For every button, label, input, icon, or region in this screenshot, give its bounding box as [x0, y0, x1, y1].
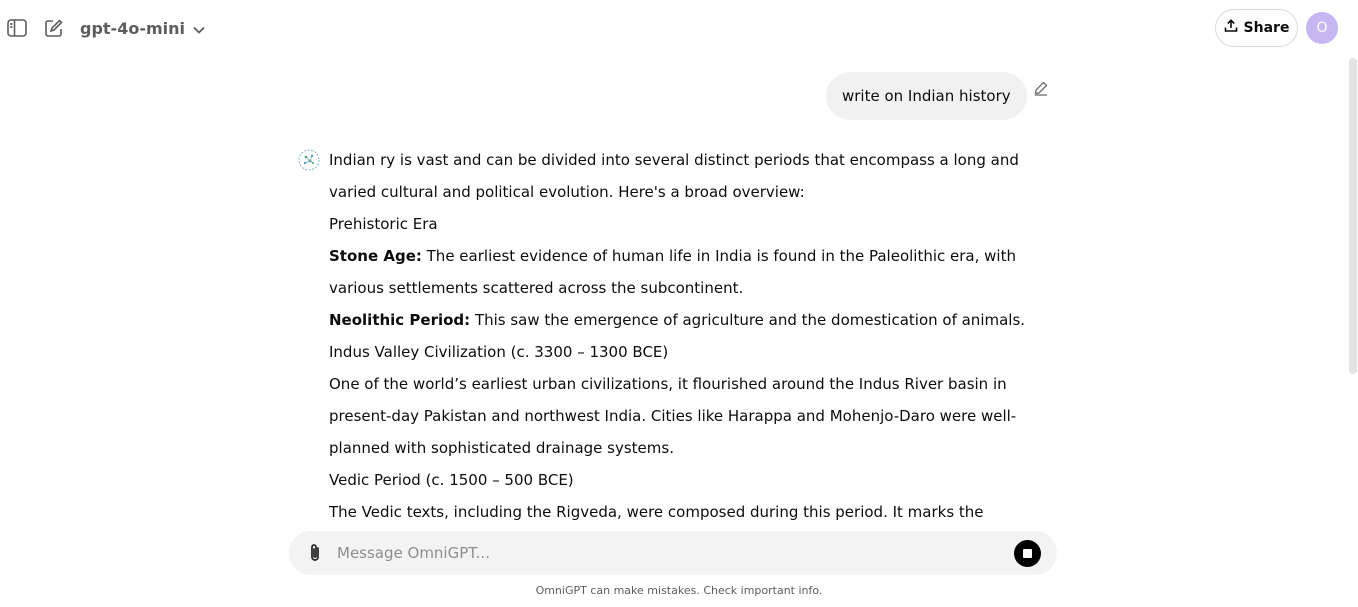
new-chat-icon[interactable]: [39, 13, 69, 43]
section-heading-prehistoric: Prehistoric Era: [329, 215, 438, 233]
user-message-bubble: write on Indian history: [826, 72, 1027, 120]
stone-age-paragraph: Stone Age: The earliest evidence of huma…: [329, 240, 1054, 304]
share-icon: [1224, 19, 1238, 37]
chevron-down-icon: [193, 19, 205, 38]
model-selector[interactable]: gpt-4o-mini: [80, 15, 205, 41]
neolithic-label: Neolithic Period:: [329, 311, 471, 329]
message-input[interactable]: [337, 541, 997, 565]
vedic-paragraph: The Vedic texts, including the Rigveda, …: [329, 503, 984, 521]
stop-generating-button[interactable]: [1014, 540, 1041, 567]
avatar[interactable]: O: [1306, 12, 1338, 44]
share-button[interactable]: Share: [1215, 9, 1298, 47]
scrollbar-thumb[interactable]: [1349, 58, 1357, 374]
neolithic-paragraph: Neolithic Period: This saw the emergence…: [329, 304, 1054, 336]
top-bar: gpt-4o-mini Share O: [0, 0, 1358, 56]
assistant-message: Indian ry is vast and can be divided int…: [329, 144, 1054, 532]
paperclip-icon[interactable]: [305, 542, 325, 564]
stone-age-label: Stone Age:: [329, 247, 422, 265]
indus-paragraph: One of the world’s earliest urban civili…: [329, 375, 1017, 457]
user-message-text: write on Indian history: [842, 87, 1011, 105]
stone-age-text: The earliest evidence of human life in I…: [329, 247, 1016, 297]
section-heading-indus: Indus Valley Civilization (c. 3300 – 130…: [329, 343, 669, 361]
edit-message-icon[interactable]: [1032, 79, 1050, 97]
stop-icon: [1023, 549, 1032, 558]
assistant-intro: Indian ry is vast and can be divided int…: [329, 151, 1019, 201]
neolithic-text: This saw the emergence of agriculture an…: [470, 311, 1026, 329]
assistant-logo-icon: [297, 148, 321, 172]
disclaimer-note: OmniGPT can make mistakes. Check importa…: [535, 584, 823, 597]
sidebar-toggle-icon[interactable]: [2, 13, 32, 43]
avatar-initial: O: [1316, 20, 1328, 36]
share-label: Share: [1243, 20, 1290, 36]
model-name: gpt-4o-mini: [80, 18, 185, 38]
section-heading-vedic: Vedic Period (c. 1500 – 500 BCE): [329, 471, 574, 489]
